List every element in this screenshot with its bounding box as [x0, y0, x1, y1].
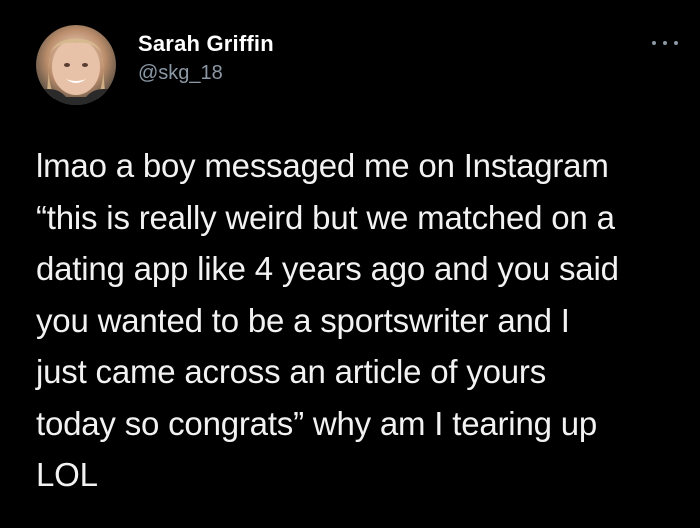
- dot-icon: [652, 41, 656, 45]
- avatar[interactable]: [36, 25, 116, 105]
- more-options-icon[interactable]: [652, 38, 678, 48]
- tweet-text: lmao a boy messaged me on Instagram “thi…: [36, 147, 619, 493]
- tweet-card: Sarah Griffin @skg_18 lmao a boy message…: [0, 0, 700, 528]
- dot-icon: [663, 41, 667, 45]
- display-name[interactable]: Sarah Griffin: [138, 30, 274, 58]
- profile-photo-icon: [36, 38, 116, 105]
- dot-icon: [674, 41, 678, 45]
- user-handle[interactable]: @skg_18: [138, 60, 274, 86]
- user-info: Sarah Griffin @skg_18: [138, 30, 274, 86]
